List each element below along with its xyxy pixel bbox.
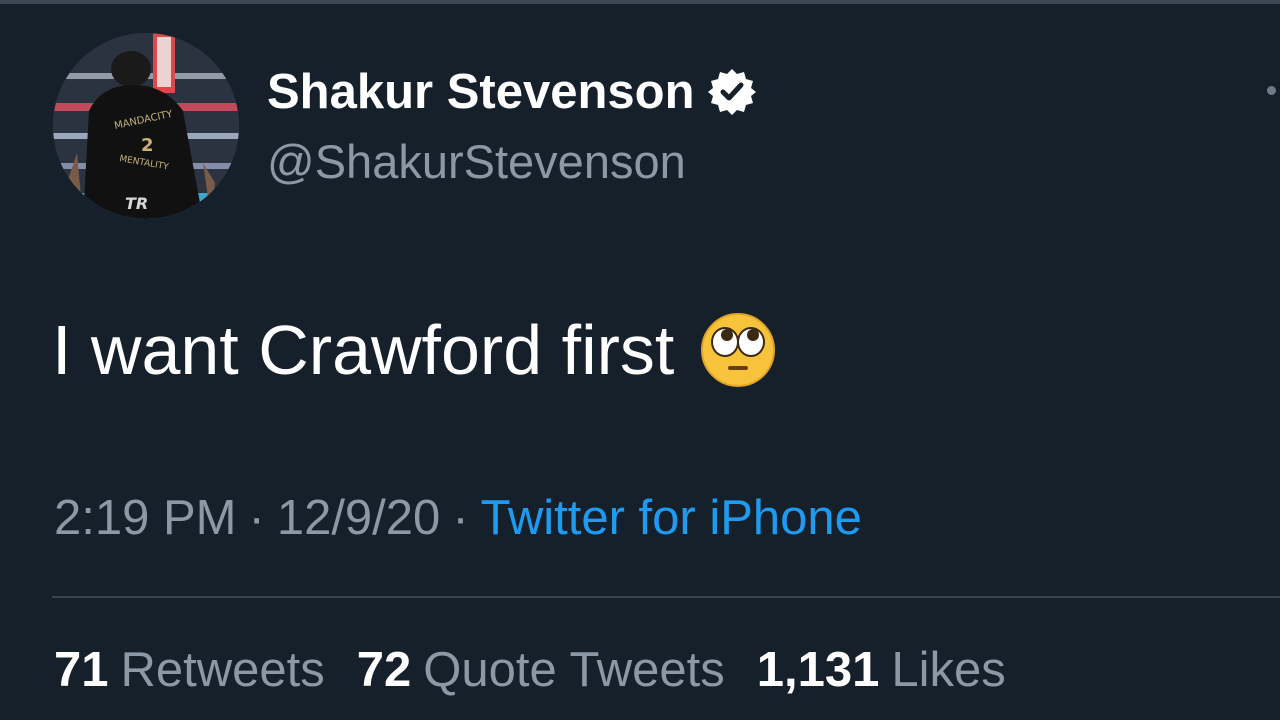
avatar[interactable]: MANDACITY 2 MENTALITY TR [53,33,239,219]
quote-tweets-count: 72 [356,643,412,697]
face-with-rolling-eyes-icon [701,313,776,387]
quote-tweets-stat[interactable]: 72 Quote Tweets [357,640,725,700]
likes-label: Likes [891,643,1006,697]
svg-text:TR: TR [125,194,148,213]
verified-badge-icon [707,69,756,115]
likes-count: 1,131 [756,643,880,697]
retweets-count: 71 [54,643,109,697]
tweet-stats: 71 Retweets 72 Quote Tweets 1,131 Likes [54,640,1038,700]
tweet-source-link[interactable]: Twitter for iPhone [481,491,862,545]
meta-separator: · [248,491,265,545]
likes-stat[interactable]: 1,131 Likes [757,640,1006,700]
tweet-body: I want Crawford first [52,310,776,390]
tweet-time: 2:19 PM [54,491,237,545]
display-name[interactable]: Shakur Stevenson [267,62,757,122]
retweets-label: Retweets [120,643,325,697]
tweet-meta: 2:19 PM · 12/9/20 · Twitter for iPhone [54,488,862,548]
retweets-stat[interactable]: 71 Retweets [54,640,325,700]
quote-tweets-label: Quote Tweets [423,643,725,697]
meta-separator: · [452,491,469,545]
user-handle[interactable]: @ShakurStevenson [267,134,686,190]
avatar-photo: MANDACITY 2 MENTALITY TR [53,33,239,219]
top-divider [0,0,1280,4]
more-options-icon[interactable] [1267,86,1276,95]
stats-divider [52,596,1280,598]
svg-text:2: 2 [141,135,154,156]
tweet-text: I want Crawford first [52,311,675,389]
display-name-text: Shakur Stevenson [267,65,695,119]
tweet-date: 12/9/20 [276,491,441,545]
